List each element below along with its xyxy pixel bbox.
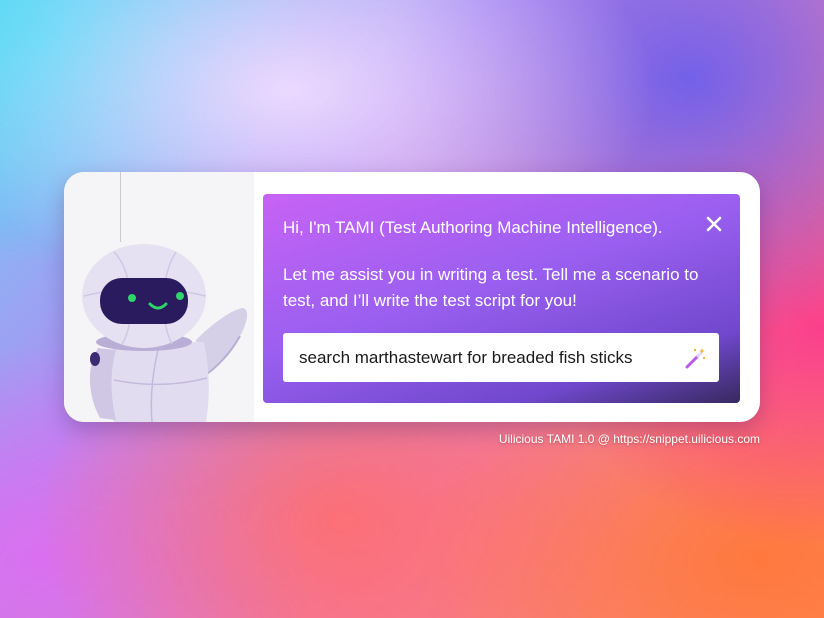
scenario-input[interactable]	[283, 333, 673, 382]
tami-widget: Hi, I'm TAMI (Test Authoring Machine Int…	[64, 172, 760, 422]
footer-credit: Uilicious TAMI 1.0 @ https://snippet.uil…	[498, 432, 760, 446]
close-icon	[706, 216, 722, 232]
magic-wand-icon	[685, 348, 706, 369]
generate-button[interactable]	[683, 346, 707, 370]
robot-mascot-icon	[82, 244, 248, 422]
intro-text: Let me assist you in writing a test. Tel…	[283, 265, 699, 310]
mascot-area	[64, 172, 254, 422]
greeting-text: Hi, I'm TAMI (Test Authoring Machine Int…	[283, 218, 663, 237]
scenario-input-box	[283, 333, 719, 382]
close-button[interactable]	[704, 214, 724, 234]
assistant-panel: Hi, I'm TAMI (Test Authoring Machine Int…	[263, 194, 740, 403]
